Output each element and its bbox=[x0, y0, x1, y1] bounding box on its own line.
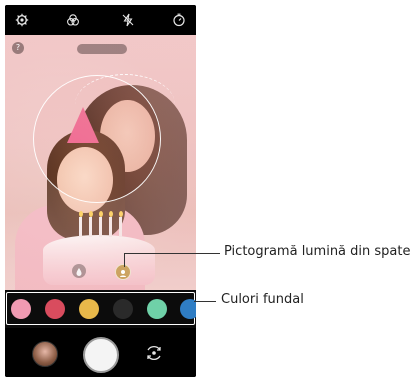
callout-colors-label: Culori fundal bbox=[221, 292, 304, 307]
top-toolbar bbox=[5, 5, 196, 35]
bottom-controls bbox=[5, 328, 196, 377]
color-swatch-yellow[interactable] bbox=[79, 299, 99, 319]
gallery-thumbnail[interactable] bbox=[32, 341, 58, 367]
callout-line-backlight bbox=[124, 253, 220, 254]
focus-arc bbox=[75, 74, 175, 135]
phone-screen: ? bbox=[5, 5, 196, 377]
callout-line-colors bbox=[194, 301, 216, 302]
callout-tick-backlight bbox=[124, 253, 125, 267]
color-swatch-blue[interactable] bbox=[180, 299, 196, 319]
color-swatch-pink[interactable] bbox=[11, 299, 31, 319]
color-swatch-black[interactable] bbox=[113, 299, 133, 319]
flash-off-icon[interactable] bbox=[121, 13, 135, 27]
color-swatch-red[interactable] bbox=[45, 299, 65, 319]
filter-icon[interactable] bbox=[66, 13, 80, 27]
backlight-icon[interactable] bbox=[115, 264, 131, 280]
drop-icon[interactable] bbox=[72, 264, 86, 278]
callout-backlight-label: Pictogramă lumină din spate bbox=[224, 244, 411, 259]
background-color-picker bbox=[5, 290, 196, 328]
help-icon[interactable]: ? bbox=[12, 42, 24, 54]
gear-icon[interactable] bbox=[15, 13, 29, 27]
timer-icon[interactable] bbox=[172, 13, 186, 27]
shutter-button[interactable] bbox=[83, 337, 119, 373]
tip-pill bbox=[77, 44, 127, 54]
switch-camera-icon[interactable] bbox=[145, 344, 163, 362]
camera-viewfinder[interactable]: ? bbox=[5, 35, 196, 290]
color-swatch-green[interactable] bbox=[147, 299, 167, 319]
